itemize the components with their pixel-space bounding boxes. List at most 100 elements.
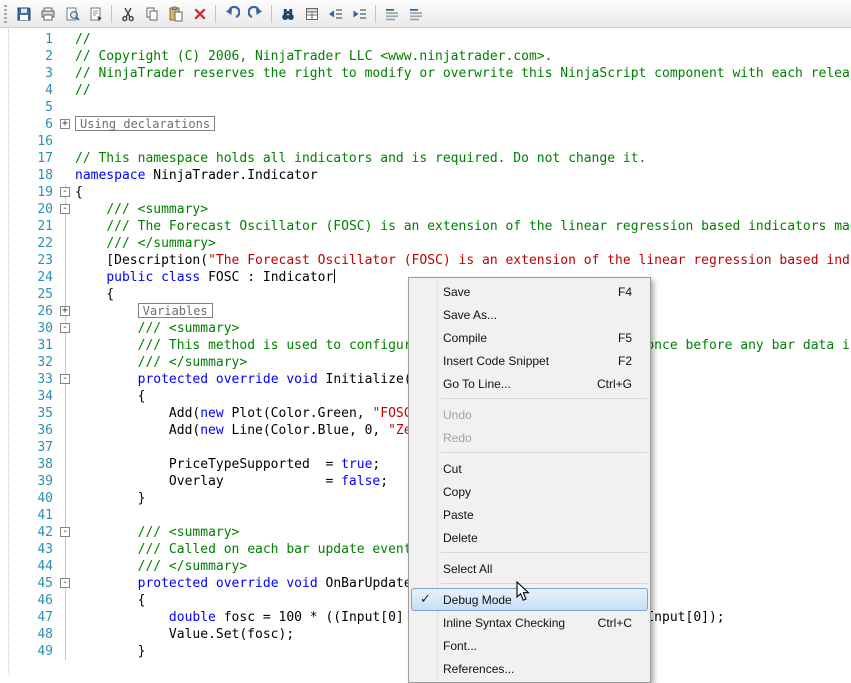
- fold-column: -: [58, 320, 75, 337]
- menu-item-insert-code-snippet[interactable]: Insert Code SnippetF2: [411, 349, 648, 372]
- line-number: 32: [0, 354, 58, 371]
- code-text[interactable]: /// <summary>: [75, 201, 851, 218]
- page-properties-icon: [88, 6, 104, 22]
- fold-column: [58, 609, 75, 626]
- code-token: [75, 305, 138, 320]
- line-number: 35: [0, 405, 58, 422]
- code-token: {: [75, 287, 114, 302]
- code-text[interactable]: // NinjaTrader reserves the right to mod…: [75, 65, 851, 82]
- line-number: 24: [0, 269, 58, 286]
- menu-item-font[interactable]: Font...: [411, 634, 648, 657]
- fold-column: [58, 541, 75, 558]
- menu-item-save[interactable]: SaveF4: [411, 280, 648, 303]
- code-token: false: [341, 474, 380, 489]
- code-text[interactable]: // Copyright (C) 2006, NinjaTrader LLC <…: [75, 48, 851, 65]
- code-text[interactable]: [75, 133, 851, 150]
- menu-item-select-all[interactable]: Select All: [411, 557, 648, 580]
- code-token: Initialize(): [318, 372, 420, 387]
- delete-button[interactable]: [188, 3, 211, 25]
- redo-icon: [248, 6, 264, 22]
- fold-collapse-marker[interactable]: -: [60, 204, 70, 214]
- fold-column: [58, 82, 75, 99]
- fold-column: -: [58, 371, 75, 388]
- code-token: new: [200, 406, 223, 421]
- fold-column: [58, 235, 75, 252]
- menu-item-references[interactable]: References...: [411, 657, 648, 680]
- code-token: Line(Color.Blue, 0,: [224, 423, 388, 438]
- cut-button[interactable]: [116, 3, 139, 25]
- collapsed-region[interactable]: Using declarations: [75, 116, 215, 131]
- find-icon: [280, 6, 296, 22]
- code-text[interactable]: //: [75, 31, 851, 48]
- code-text[interactable]: // This namespace holds all indicators a…: [75, 150, 851, 167]
- menu-separator: [441, 583, 647, 584]
- paste-button[interactable]: [164, 3, 187, 25]
- code-text[interactable]: namespace NinjaTrader.Indicator: [75, 167, 851, 184]
- fold-column: -: [58, 575, 75, 592]
- indent-button[interactable]: [348, 3, 371, 25]
- menu-item-debug-mode[interactable]: ✓Debug Mode: [411, 588, 648, 611]
- comment-selection-button[interactable]: [380, 3, 403, 25]
- print-button[interactable]: [36, 3, 59, 25]
- toolbar-grip[interactable]: [4, 5, 7, 23]
- print-preview-button[interactable]: [60, 3, 83, 25]
- line-number: 18: [0, 167, 58, 184]
- line-number: 19: [0, 184, 58, 201]
- menu-item-go-to-line[interactable]: Go To Line...Ctrl+G: [411, 372, 648, 395]
- menu-item-copy[interactable]: Copy: [411, 480, 648, 503]
- line-number: 44: [0, 558, 58, 575]
- fold-column: [58, 626, 75, 643]
- fold-collapse-marker[interactable]: -: [60, 374, 70, 384]
- code-token: namespace: [75, 168, 145, 183]
- fold-expand-marker[interactable]: +: [60, 119, 70, 129]
- undo-button[interactable]: [220, 3, 243, 25]
- code-token: }: [75, 491, 145, 506]
- code-text[interactable]: //: [75, 82, 851, 99]
- insert-code-snippet-button[interactable]: [300, 3, 323, 25]
- menu-item-compile[interactable]: CompileF5: [411, 326, 648, 349]
- menu-item-delete[interactable]: Delete: [411, 526, 648, 549]
- fold-collapse-marker[interactable]: -: [60, 187, 70, 197]
- collapsed-region[interactable]: Variables: [138, 303, 213, 318]
- fold-column: [58, 65, 75, 82]
- menu-item-save-as[interactable]: Save As...: [411, 303, 648, 326]
- code-token: //: [75, 83, 91, 98]
- page-properties-button[interactable]: [84, 3, 107, 25]
- menu-item-label: Undo: [443, 408, 472, 422]
- menu-item-cut[interactable]: Cut: [411, 457, 648, 480]
- line-number: 16: [0, 133, 58, 150]
- code-text[interactable]: {: [75, 184, 851, 201]
- redo-button[interactable]: [244, 3, 267, 25]
- code-token: [75, 321, 138, 336]
- code-text[interactable]: /// </summary>: [75, 235, 851, 252]
- line-number: 39: [0, 473, 58, 490]
- fold-expand-marker[interactable]: +: [60, 306, 70, 316]
- code-text[interactable]: Using declarations: [75, 116, 851, 133]
- outdent-button[interactable]: [324, 3, 347, 25]
- fold-collapse-marker[interactable]: -: [60, 578, 70, 588]
- menu-item-paste[interactable]: Paste: [411, 503, 648, 526]
- line-number: 37: [0, 439, 58, 456]
- code-text[interactable]: [Description("The Forecast Oscillator (F…: [75, 252, 851, 269]
- code-text[interactable]: [75, 99, 851, 116]
- code-token: [208, 372, 216, 387]
- menu-separator: [441, 398, 647, 399]
- code-token: /// The Forecast Oscillator (FOSC) is an…: [106, 219, 851, 234]
- uncomment-selection-button[interactable]: [404, 3, 427, 25]
- code-text[interactable]: /// The Forecast Oscillator (FOSC) is an…: [75, 218, 851, 235]
- copy-button[interactable]: [140, 3, 163, 25]
- find-button[interactable]: [276, 3, 299, 25]
- menu-item-shortcut: Ctrl+C: [586, 616, 632, 630]
- line-number: 21: [0, 218, 58, 235]
- save-icon: [16, 6, 32, 22]
- code-token: [75, 610, 169, 625]
- menu-item-inline-syntax-checking[interactable]: Inline Syntax Checking Ctrl+C: [411, 611, 648, 634]
- menu-item-label: Copy: [443, 485, 471, 499]
- fold-column: [58, 388, 75, 405]
- line-number: 22: [0, 235, 58, 252]
- fold-collapse-marker[interactable]: -: [60, 527, 70, 537]
- menu-item-label: Go To Line...: [443, 377, 511, 391]
- fold-collapse-marker[interactable]: -: [60, 323, 70, 333]
- save-button[interactable]: [12, 3, 35, 25]
- menu-item-label: Inline Syntax Checking: [443, 616, 565, 630]
